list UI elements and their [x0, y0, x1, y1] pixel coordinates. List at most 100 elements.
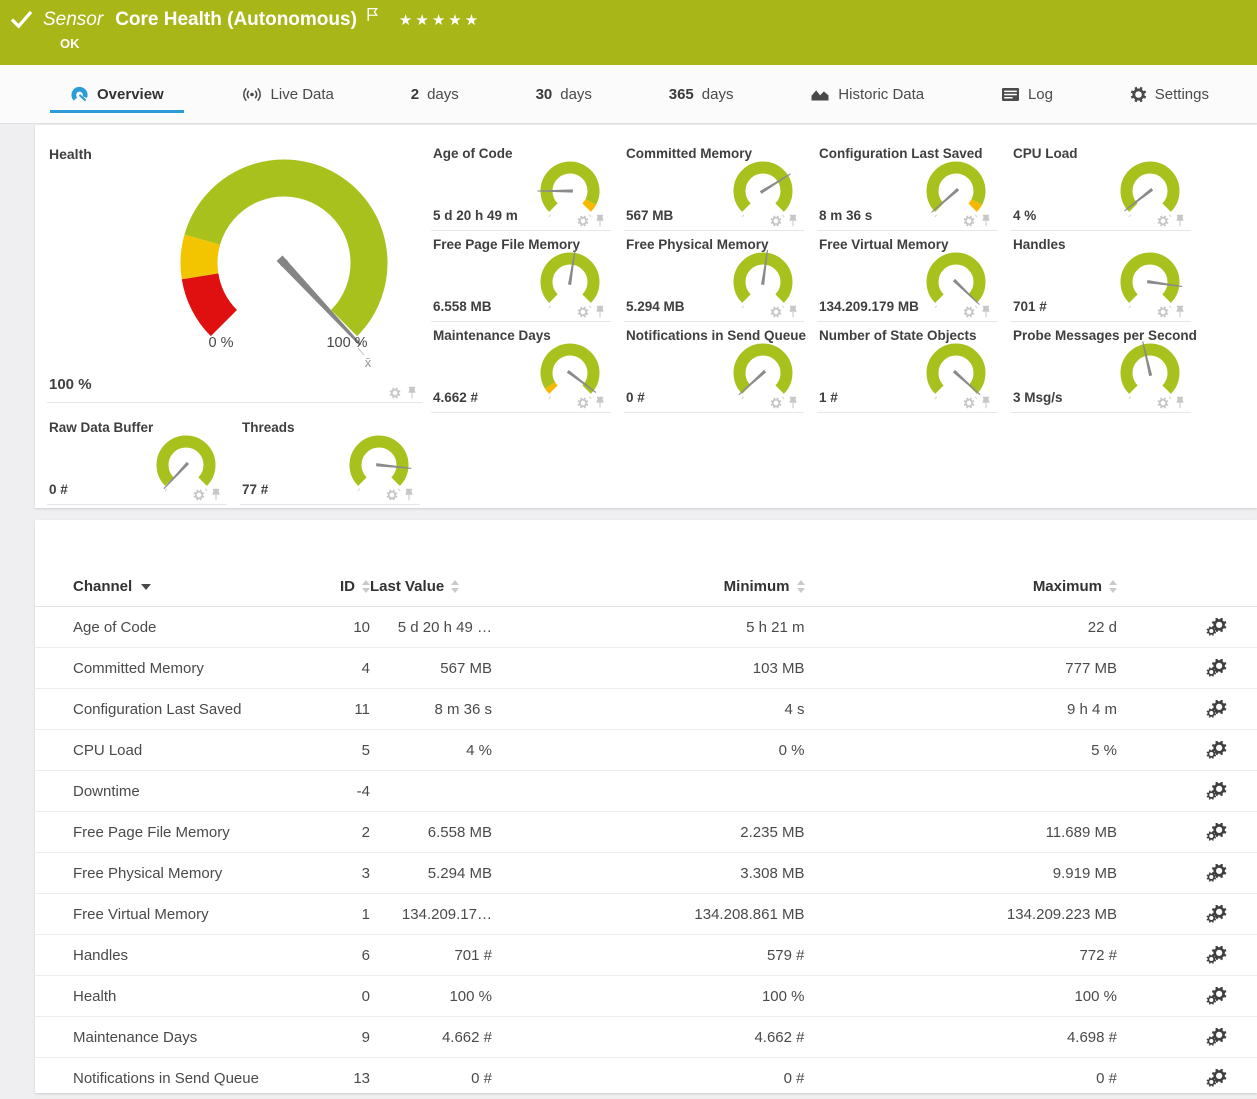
channel-row-maintenance-days: Maintenance Days 9 4.662 # 4.662 # 4.698… [35, 1017, 1257, 1058]
channel-last-value: 567 MB [370, 660, 492, 677]
gauge-value: 4.662 # [433, 390, 478, 405]
ok-check-icon [10, 10, 33, 31]
channel-id: 5 [313, 742, 370, 759]
pin-icon[interactable] [980, 396, 992, 409]
tab-30-days[interactable]: 30days [528, 65, 600, 123]
channel-settings-icon[interactable] [1206, 946, 1227, 964]
channel-id: 1 [313, 906, 370, 923]
channel-name: Age of Code [73, 619, 313, 636]
tab-live-data[interactable]: Live Data [233, 65, 342, 123]
channel-settings-icon[interactable] [1206, 905, 1227, 923]
flag-icon[interactable] [367, 7, 379, 27]
gear-icon[interactable] [770, 397, 782, 409]
pin-icon[interactable] [594, 214, 606, 227]
channel-settings-icon[interactable] [1206, 782, 1227, 800]
gear-icon[interactable] [577, 215, 589, 227]
channel-settings-icon[interactable] [1206, 1069, 1227, 1087]
tab-settings[interactable]: Settings [1122, 65, 1217, 123]
channel-settings-icon[interactable] [1206, 864, 1227, 882]
channel-maximum: 9 h 4 m [805, 701, 1118, 718]
gear-icon[interactable] [1157, 397, 1169, 409]
channel-row-health: Health 0 100 % 100 % 100 % [35, 976, 1257, 1017]
gear-icon[interactable] [389, 387, 401, 399]
svg-text:100 %: 100 % [326, 335, 367, 351]
pin-icon[interactable] [406, 386, 418, 399]
pin-icon[interactable] [1174, 305, 1186, 318]
channel-minimum: 0 # [492, 1070, 805, 1087]
channel-last-value: 701 # [370, 947, 492, 964]
pin-icon[interactable] [594, 305, 606, 318]
gear-icon[interactable] [1157, 306, 1169, 318]
channel-maximum: 134.209.223 MB [805, 906, 1118, 923]
pin-icon[interactable] [1174, 214, 1186, 227]
gear-icon[interactable] [386, 489, 398, 501]
gear-icon[interactable] [577, 397, 589, 409]
tab-historic-data[interactable]: Historic Data [802, 65, 932, 123]
gear-icon[interactable] [770, 306, 782, 318]
gauge-value: 77 # [242, 482, 268, 497]
tab-365-days[interactable]: 365days [661, 65, 742, 123]
pin-icon[interactable] [403, 488, 415, 501]
channel-minimum: 579 # [492, 947, 805, 964]
channel-last-value: 8 m 36 s [370, 701, 492, 718]
channel-name: CPU Load [73, 742, 313, 759]
gear-icon[interactable] [963, 215, 975, 227]
channel-settings-icon[interactable] [1206, 618, 1227, 636]
tab-bar: Overview Live Data 2days 30days 365days Histo… [0, 65, 1257, 124]
channel-last-value: 4.662 # [370, 1029, 492, 1046]
channel-minimum: 4 s [492, 701, 805, 718]
col-header-channel[interactable]: Channel [73, 578, 313, 595]
tab-2-days[interactable]: 2days [403, 65, 467, 123]
pin-icon[interactable] [980, 305, 992, 318]
channel-maximum: 777 MB [805, 660, 1118, 677]
pin-icon[interactable] [210, 488, 222, 501]
gear-icon[interactable] [963, 306, 975, 318]
gear-icon[interactable] [1157, 215, 1169, 227]
gear-icon[interactable] [963, 397, 975, 409]
channel-settings-icon[interactable] [1206, 700, 1227, 718]
priority-stars[interactable]: ★★★★★ [399, 11, 481, 29]
sort-icon [362, 580, 370, 593]
pin-icon[interactable] [787, 305, 799, 318]
pin-icon[interactable] [787, 396, 799, 409]
gear-icon[interactable] [770, 215, 782, 227]
channel-maximum: 4.698 # [805, 1029, 1118, 1046]
live-data-icon [241, 86, 263, 103]
tab-overview[interactable]: Overview [62, 65, 172, 123]
pin-icon[interactable] [787, 214, 799, 227]
col-header-minimum[interactable]: Minimum [492, 578, 805, 595]
gauge-value: 4 % [1013, 208, 1036, 223]
gear-icon[interactable] [577, 306, 589, 318]
channel-name: Committed Memory [73, 660, 313, 677]
channel-maximum: 0 # [805, 1070, 1118, 1087]
channel-minimum: 103 MB [492, 660, 805, 677]
channel-minimum: 4.662 # [492, 1029, 805, 1046]
sort-icon [451, 580, 459, 593]
col-header-maximum[interactable]: Maximum [805, 578, 1118, 595]
channel-settings-icon[interactable] [1206, 659, 1227, 677]
tab-label: days [427, 86, 459, 103]
gauge-icon [70, 85, 89, 104]
channel-row-committed-memory: Committed Memory 4 567 MB 103 MB 777 MB [35, 648, 1257, 689]
col-header-last-value[interactable]: Last Value [370, 578, 492, 595]
channel-settings-icon[interactable] [1206, 741, 1227, 759]
channel-id: 9 [313, 1029, 370, 1046]
pin-icon[interactable] [1174, 396, 1186, 409]
gauge-tile-threads: Threads 77 # [240, 417, 420, 505]
channel-row-configuration-last-saved: Configuration Last Saved 11 8 m 36 s 4 s… [35, 689, 1257, 730]
pin-icon[interactable] [980, 214, 992, 227]
col-header-id[interactable]: ID [313, 578, 370, 595]
pin-icon[interactable] [594, 396, 606, 409]
channel-maximum: 11.689 MB [805, 824, 1118, 841]
channel-maximum: 9.919 MB [805, 865, 1118, 882]
channel-settings-icon[interactable] [1206, 1028, 1227, 1046]
sort-desc-icon [141, 584, 151, 590]
gear-icon[interactable] [193, 489, 205, 501]
channel-settings-icon[interactable] [1206, 987, 1227, 1005]
channel-id: 2 [313, 824, 370, 841]
gauge-tile-committed-memory: Committed Memory 567 MB [624, 143, 804, 231]
tab-log[interactable]: Log [993, 65, 1061, 123]
channel-settings-icon[interactable] [1206, 823, 1227, 841]
channel-minimum: 100 % [492, 988, 805, 1005]
channel-maximum: 22 d [805, 619, 1118, 636]
